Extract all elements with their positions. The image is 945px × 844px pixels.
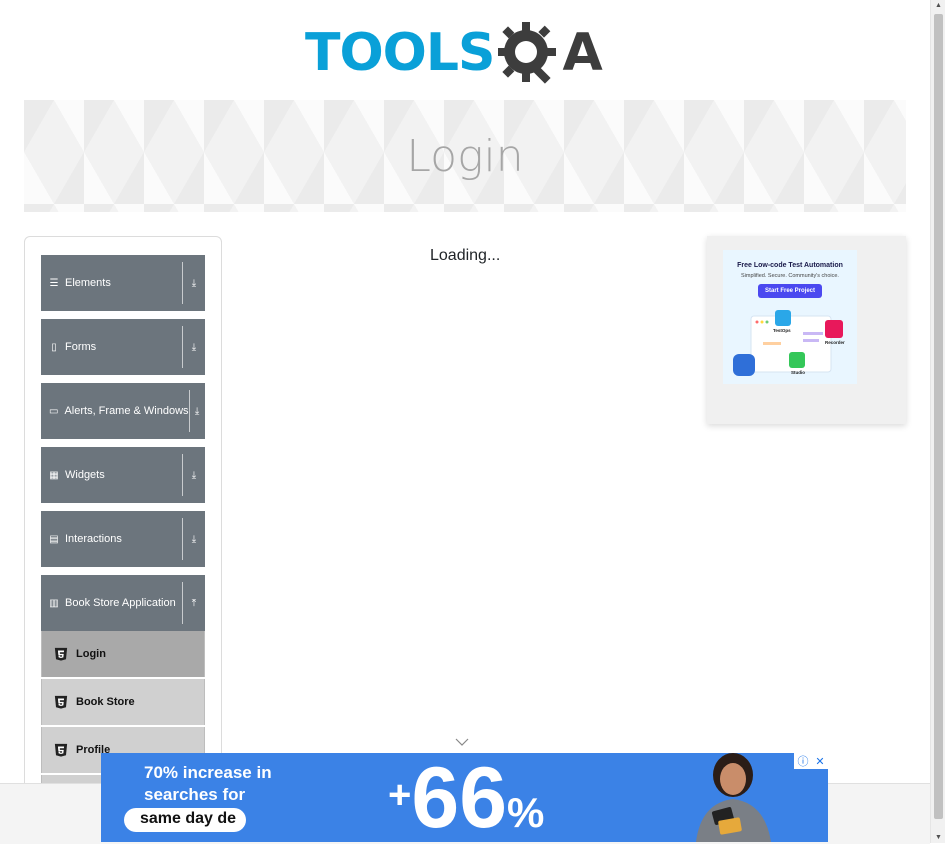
- sidebar-group-forms[interactable]: ▯ Forms ⤓: [41, 319, 205, 375]
- menu-icon: ☰: [49, 277, 59, 289]
- expand-arrow-icon: ⤓: [191, 277, 197, 289]
- scroll-up-icon[interactable]: ▲: [935, 2, 942, 9]
- sidebar-item-label: Book Store: [76, 696, 135, 708]
- sidebar-group-widgets[interactable]: ▦ Widgets ⤓: [41, 447, 205, 503]
- ad-percent: %: [507, 789, 545, 836]
- ad-close-controls[interactable]: ⓘ ✕: [794, 753, 828, 769]
- loading-text: Loading...: [430, 247, 501, 264]
- scrollbar[interactable]: ▲ ▼: [930, 0, 945, 843]
- ad-line: searches for: [144, 785, 246, 804]
- expand-arrow-icon: ⤓: [191, 533, 197, 545]
- ad-statistic: +66%: [388, 753, 544, 842]
- sidebar-group-label: Interactions: [65, 533, 122, 545]
- grid-icon: ▦: [49, 469, 59, 481]
- toolsqa-logo[interactable]: TOOLS A: [305, 14, 630, 92]
- ad-number: 66: [411, 753, 508, 842]
- sidebar-group-interactions[interactable]: ▤ Interactions ⤓: [41, 511, 205, 567]
- collapse-arrow-icon: ⤒: [191, 597, 197, 609]
- html5-icon: [54, 647, 68, 661]
- expand-arrow-icon: ⤓: [191, 341, 197, 353]
- ad-line: 70% increase in: [144, 763, 272, 782]
- ad-illustration: TestOps Recorder Studio: [723, 302, 857, 382]
- sidebar: ☰ Elements ⤓ ▯ Forms ⤓ ▭ Alerts, Frame &…: [24, 236, 222, 798]
- ad-subheading: Simplified. Secure. Community's choice.: [741, 273, 839, 279]
- sidebar-group-alerts[interactable]: ▭ Alerts, Frame & Windows ⤓: [41, 383, 205, 439]
- interaction-icon: ▤: [49, 533, 59, 545]
- form-icon: ▯: [51, 341, 57, 353]
- sidebar-group-label: Alerts, Frame & Windows: [64, 405, 189, 417]
- close-icon[interactable]: ✕: [815, 755, 824, 768]
- scroll-thumb[interactable]: [934, 14, 943, 819]
- html5-icon: [54, 743, 68, 757]
- chevron-down-icon[interactable]: [455, 737, 469, 747]
- start-free-project-button[interactable]: Start Free Project: [757, 284, 823, 298]
- ad-plus: +: [388, 773, 412, 817]
- sidebar-item-label: Login: [76, 648, 106, 660]
- ad-label-recorder: Recorder: [825, 340, 845, 345]
- ad-person-image: [696, 753, 771, 842]
- ad-pill: same day de: [124, 808, 246, 832]
- expand-arrow-icon: ⤓: [194, 405, 200, 417]
- ad-label-studio: Studio: [791, 370, 805, 375]
- ad-pill-text: same day de: [140, 810, 237, 827]
- ad-info-icon[interactable]: ⓘ: [797, 753, 808, 769]
- scroll-down-icon[interactable]: ▼: [935, 834, 942, 841]
- logo-gear-icon: [498, 18, 558, 88]
- page-title: Login: [406, 130, 524, 182]
- ad-copy: 70% increase in searches for: [144, 762, 272, 806]
- sidebar-group-elements[interactable]: ☰ Elements ⤓: [41, 255, 205, 311]
- expand-arrow-icon: ⤓: [191, 469, 197, 481]
- sidebar-item-login[interactable]: Login: [41, 631, 205, 677]
- html5-icon: [54, 695, 68, 709]
- page-banner: Login: [24, 100, 906, 212]
- ad-creative[interactable]: Free Low-code Test Automation Simplified…: [723, 250, 857, 384]
- window-icon: ▭: [49, 405, 59, 417]
- sidebar-group-label: Widgets: [65, 469, 105, 481]
- logo-suffix: A: [562, 23, 603, 83]
- sidebar-group-label: Forms: [65, 341, 97, 353]
- bottom-advertisement[interactable]: 70% increase in searches for same day de…: [101, 753, 828, 842]
- logo-text: TOOLS: [305, 23, 495, 83]
- sidebar-item-book-store[interactable]: Book Store: [41, 679, 205, 725]
- side-advertisement[interactable]: Free Low-code Test Automation Simplified…: [707, 236, 906, 424]
- ad-heading: Free Low-code Test Automation: [737, 262, 843, 269]
- chart-icon: ▥: [49, 597, 59, 609]
- ad-label-testops: TestOps: [773, 328, 791, 333]
- sidebar-group-label: Elements: [65, 277, 111, 289]
- sidebar-group-book-store[interactable]: ▥ Book Store Application ⤒: [41, 575, 205, 631]
- sidebar-group-label: Book Store Application: [65, 597, 176, 609]
